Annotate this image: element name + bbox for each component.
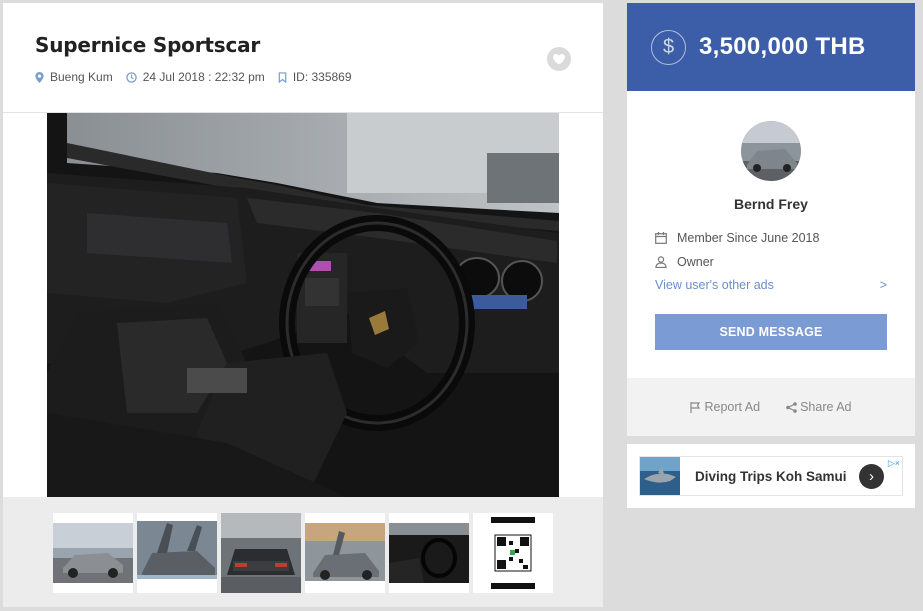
date-text: 24 Jul 2018 : 22:32 pm — [142, 70, 265, 84]
user-icon — [655, 256, 667, 268]
other-ads-label: View user's other ads — [655, 278, 774, 292]
flag-icon — [690, 401, 701, 413]
thumbnail-2[interactable] — [137, 513, 217, 593]
seller-name: Bernd Frey — [734, 196, 808, 212]
car-gullwing-image — [305, 513, 385, 593]
promo-text: Diving Trips Koh Samui — [695, 468, 847, 484]
thumbnail-4[interactable] — [305, 513, 385, 593]
shark-image — [640, 457, 680, 495]
thumbnail-5[interactable] — [389, 513, 469, 593]
chevron-right-icon[interactable]: › — [859, 464, 884, 489]
date-meta: 24 Jul 2018 : 22:32 pm — [125, 70, 265, 84]
thumbnail-6[interactable] — [473, 513, 553, 593]
adchoices-icon[interactable]: ▷× — [888, 458, 900, 469]
thumbnail-3[interactable] — [221, 513, 301, 593]
car-front-grey-image — [53, 513, 133, 593]
price-amount: 3,500,000 THB — [699, 33, 866, 60]
chevron-right-icon: > — [879, 278, 887, 292]
report-ad-link[interactable]: Report Ad — [690, 400, 760, 414]
bookmark-icon — [278, 71, 287, 83]
report-share-bar: Report Ad Share Ad — [627, 378, 915, 436]
price-box: $ 3,500,000 THB — [627, 3, 915, 91]
view-other-ads-link[interactable]: View user's other ads > — [655, 278, 887, 292]
clock-icon — [125, 71, 137, 83]
thumbnail-strip — [3, 497, 603, 607]
role-text: Owner — [677, 255, 714, 269]
id-text: ID: 335869 — [292, 70, 352, 84]
member-since-row: Member Since June 2018 — [655, 231, 819, 245]
avatar-image — [741, 121, 801, 181]
main-photo[interactable] — [47, 113, 559, 497]
member-since-text: Member Since June 2018 — [677, 231, 820, 245]
send-message-button[interactable]: SEND MESSAGE — [655, 314, 887, 350]
listing-meta: Bueng Kum 24 Jul 2018 : 22:32 pm ID: 335… — [35, 70, 365, 84]
heart-icon — [553, 53, 565, 64]
promo-box: Diving Trips Koh Samui › ▷× — [627, 444, 915, 508]
id-meta: ID: 335869 — [278, 70, 352, 84]
seller-box: Bernd Frey Member Since June 2018 Owner … — [627, 91, 915, 378]
seller-avatar[interactable] — [741, 121, 801, 181]
report-ad-label: Report Ad — [704, 400, 761, 414]
location-meta: Bueng Kum — [35, 70, 113, 84]
thumbnail-1[interactable] — [53, 513, 133, 593]
listing-title: Supernice Sportscar — [35, 33, 261, 57]
calendar-icon — [655, 232, 667, 244]
promo-thumbnail — [640, 457, 680, 495]
map-pin-icon — [35, 71, 44, 83]
share-ad-link[interactable]: Share Ad — [786, 400, 852, 414]
favorite-button[interactable] — [547, 47, 571, 71]
car-doors-open-image — [137, 513, 217, 593]
qr-code-image — [473, 513, 553, 593]
location-text: Bueng Kum — [50, 70, 113, 84]
listing-card: Supernice Sportscar Bueng Kum 24 Jul 201… — [3, 3, 603, 607]
promo-ad[interactable]: Diving Trips Koh Samui › ▷× — [639, 456, 903, 496]
car-rear-image — [221, 513, 301, 593]
share-icon — [786, 401, 797, 413]
car-interior-thumb-image — [389, 513, 469, 593]
share-ad-label: Share Ad — [800, 400, 852, 414]
dollar-icon: $ — [651, 29, 686, 65]
listing-header: Supernice Sportscar Bueng Kum 24 Jul 201… — [3, 3, 603, 113]
car-interior-image — [47, 113, 559, 497]
role-row: Owner — [655, 255, 714, 269]
